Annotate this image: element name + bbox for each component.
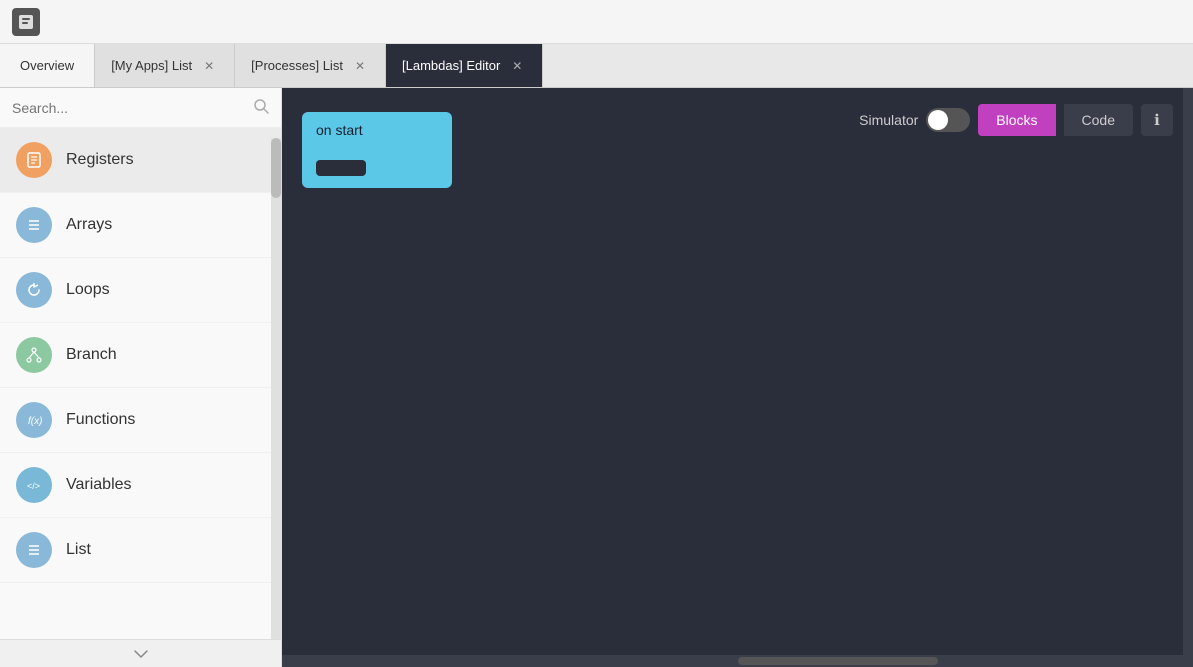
sidebar-item-arrays-label: Arrays (66, 216, 112, 234)
tab-my-apps-label: [My Apps] List (111, 58, 192, 73)
search-icon (253, 98, 269, 117)
sidebar-item-variables[interactable]: </> Variables (0, 453, 281, 518)
svg-text:f(x): f(x) (28, 416, 42, 427)
on-start-header: on start (302, 112, 452, 148)
sidebar-scrollbar[interactable] (271, 138, 281, 639)
toggle-thumb (928, 110, 948, 130)
tab-bar: Overview [My Apps] List ✕ [Processes] Li… (0, 44, 1193, 88)
svg-text:</>: </> (27, 481, 40, 491)
on-start-label: on start (316, 122, 363, 138)
tab-processes[interactable]: [Processes] List ✕ (235, 44, 386, 87)
branch-icon (16, 337, 52, 373)
sidebar-item-variables-label: Variables (66, 476, 132, 494)
editor-horizontal-scrollbar[interactable] (282, 655, 1193, 667)
search-input[interactable] (12, 100, 245, 116)
tab-my-apps-close[interactable]: ✕ (200, 57, 218, 75)
sidebar-item-list-label: List (66, 541, 91, 559)
tab-processes-close[interactable]: ✕ (351, 57, 369, 75)
variables-icon: </> (16, 467, 52, 503)
sidebar-item-arrays[interactable]: Arrays (0, 193, 281, 258)
sidebar: Registers Arrays (0, 88, 282, 667)
sidebar-scrollbar-thumb (271, 138, 281, 198)
arrays-icon (16, 207, 52, 243)
sidebar-item-branch-label: Branch (66, 346, 117, 364)
block-notch (316, 160, 366, 176)
editor-toolbar: Simulator Blocks Code ℹ (859, 104, 1173, 136)
editor-vertical-scrollbar[interactable] (1183, 88, 1193, 655)
tab-overview[interactable]: Overview (0, 44, 95, 87)
sidebar-items: Registers Arrays (0, 128, 281, 667)
sidebar-item-loops-label: Loops (66, 281, 110, 299)
sidebar-item-registers-label: Registers (66, 151, 134, 169)
sidebar-item-functions-label: Functions (66, 411, 135, 429)
on-start-block[interactable]: on start (302, 112, 452, 188)
registers-icon (16, 142, 52, 178)
editor-scrollbar-thumb (738, 657, 938, 665)
sidebar-item-loops[interactable]: Loops (0, 258, 281, 323)
code-button[interactable]: Code (1064, 104, 1133, 136)
sidebar-item-branch[interactable]: Branch (0, 323, 281, 388)
top-bar (0, 0, 1193, 44)
simulator-toggle[interactable] (926, 108, 970, 132)
search-bar (0, 88, 281, 128)
simulator-label: Simulator (859, 112, 918, 128)
main-content: Registers Arrays (0, 88, 1193, 667)
tab-my-apps[interactable]: [My Apps] List ✕ (95, 44, 235, 87)
tab-processes-label: [Processes] List (251, 58, 343, 73)
sidebar-item-registers[interactable]: Registers (0, 128, 281, 193)
tab-lambdas[interactable]: [Lambdas] Editor ✕ (386, 44, 543, 87)
sidebar-item-functions[interactable]: f(x) Functions (0, 388, 281, 453)
tab-lambdas-close[interactable]: ✕ (508, 57, 526, 75)
sidebar-item-list[interactable]: List (0, 518, 281, 583)
tab-overview-label: Overview (20, 58, 74, 73)
blocks-button[interactable]: Blocks (978, 104, 1055, 136)
info-button[interactable]: ℹ (1141, 104, 1173, 136)
app-logo[interactable] (12, 8, 40, 36)
editor-area: Simulator Blocks Code ℹ on start (282, 88, 1193, 667)
loops-icon (16, 272, 52, 308)
sidebar-scroll-down[interactable] (0, 639, 281, 667)
list-icon (16, 532, 52, 568)
functions-icon: f(x) (16, 402, 52, 438)
on-start-body (302, 148, 452, 188)
tab-lambdas-label: [Lambdas] Editor (402, 58, 500, 73)
